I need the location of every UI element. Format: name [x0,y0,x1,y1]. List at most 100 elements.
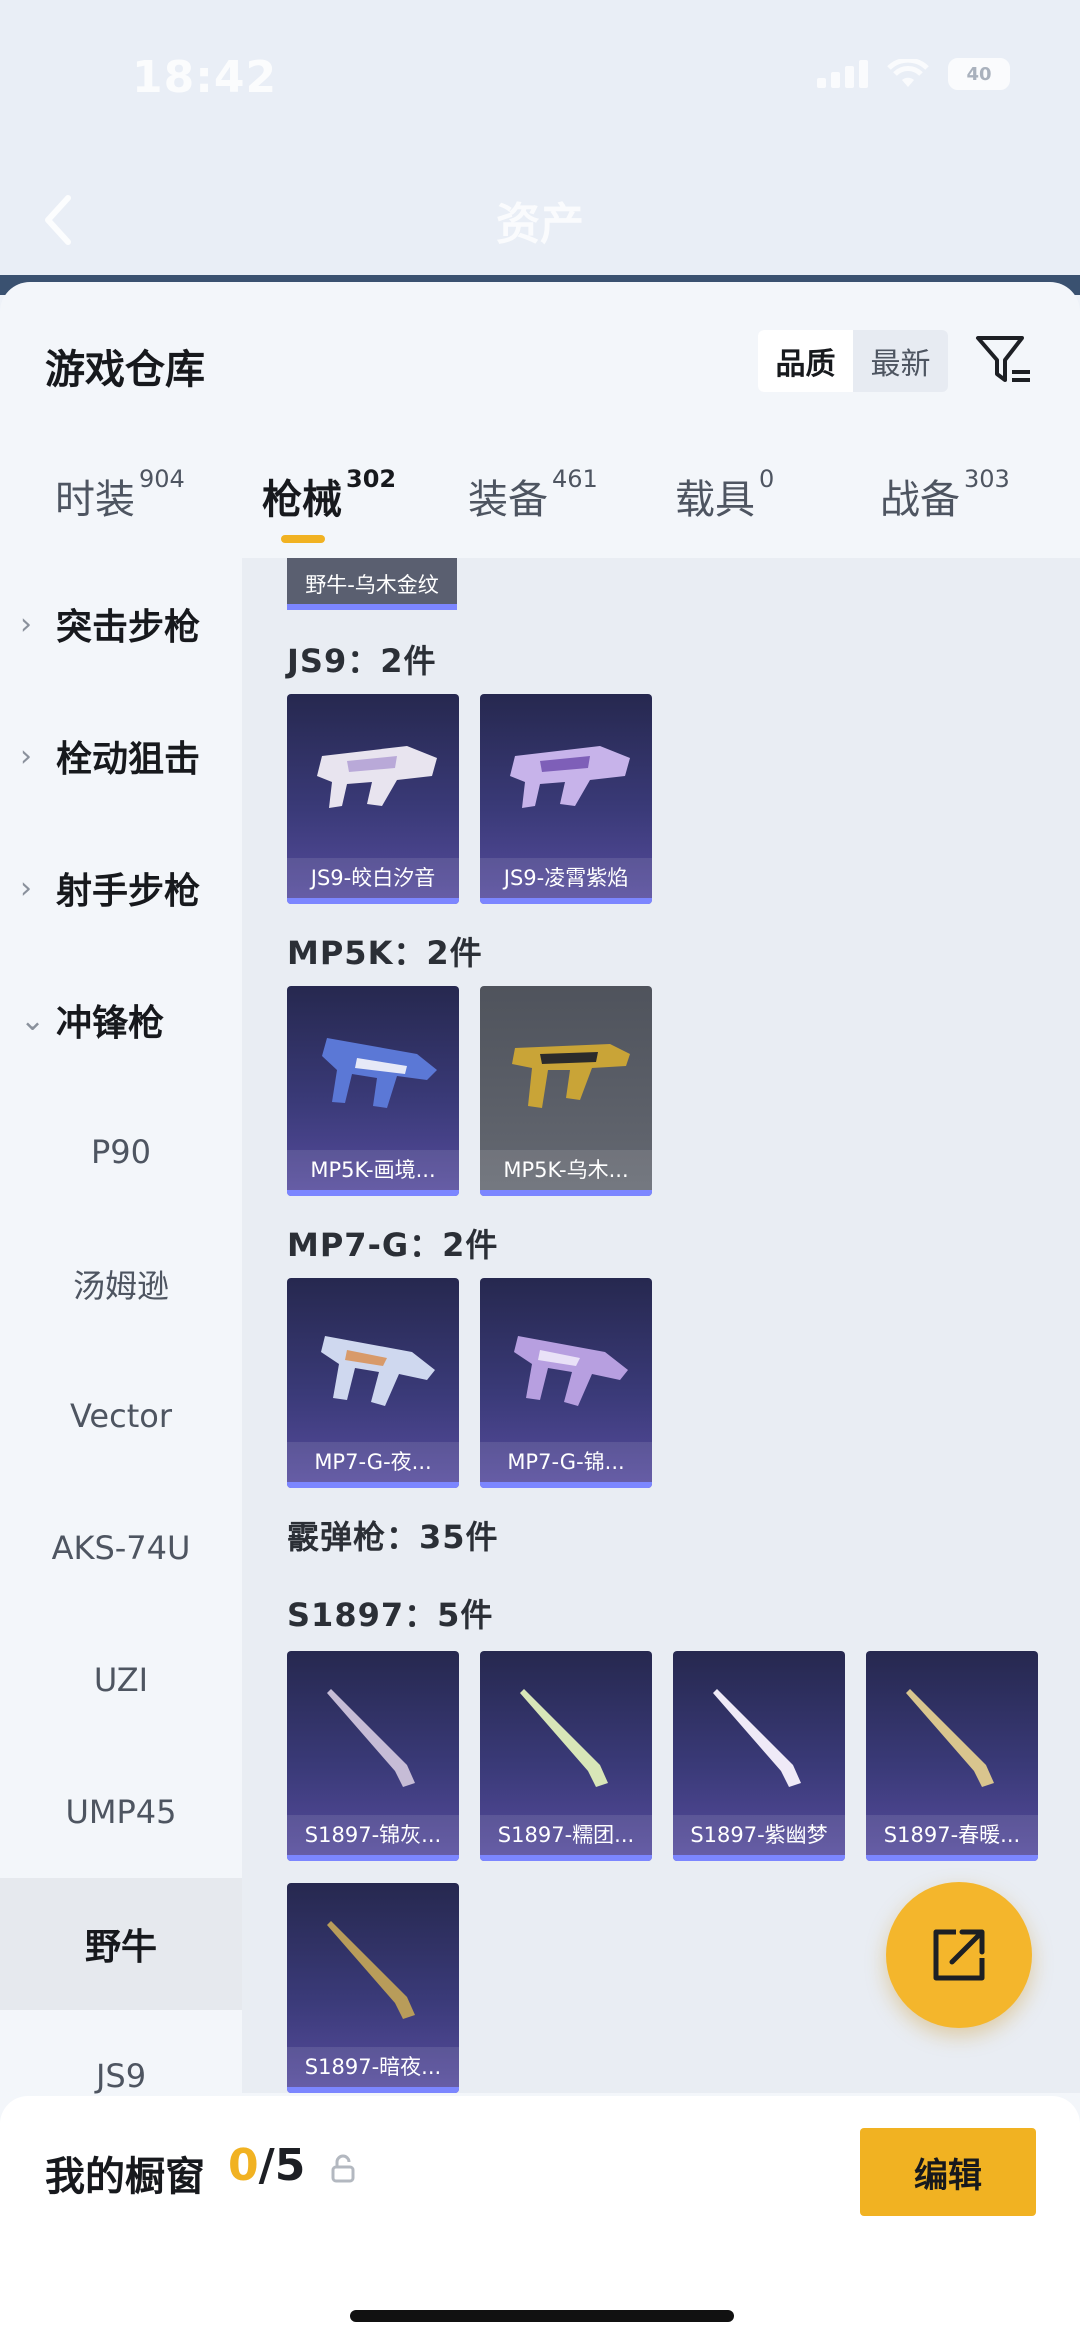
lock-icon [331,2154,355,2183]
page-title: 资产 [496,199,584,250]
skin-card[interactable]: S1897-锦灰... [287,1651,459,1861]
smg-skin-image [321,1336,435,1406]
smg-skin-image [510,746,630,808]
group-label-s1897: S1897：5件 [287,1596,494,1634]
skin-card[interactable]: S1897-春暖... [866,1651,1038,1861]
skin-card[interactable]: MP7-G-锦... [480,1278,652,1488]
skin-name: MP7-G-锦... [480,1442,652,1482]
group-label-shotgun: 霰弹枪：35件 [287,1518,499,1556]
smg-skin-image [322,1038,437,1108]
sidebar-item-label: 射手步枪 [56,871,201,912]
rarity-bar [287,2087,459,2093]
signal-icon [817,60,868,88]
sheet-title: 游戏仓库 [45,347,205,393]
smg-skin-image [514,1336,628,1406]
sidebar-item-thompson[interactable]: 汤姆逊 [0,1218,242,1350]
chevron-right-icon: › [20,606,32,642]
rarity-bar [287,898,459,904]
rarity-bar [480,1482,652,1488]
tab-count: 904 [139,465,185,493]
tab-label: 时装 [55,477,135,523]
sidebar-item-p90[interactable]: P90 [0,1086,242,1218]
tab-vehicles[interactable]: 载具 0 [675,465,775,525]
sidebar-item-bolt-sniper[interactable]: › 栓动狙击 [0,690,242,822]
chevron-down-icon: ⌄ [20,1002,46,1038]
sidebar-item-uzi[interactable]: UZI [0,1614,242,1746]
tab-count: 303 [964,465,1010,493]
category-tabs: 时装 904 枪械 302 装备 461 载具 0 战备 303 [0,465,1080,557]
rarity-bar [866,1855,1038,1861]
tab-guns[interactable]: 枪械 302 [262,465,397,525]
showcase-count: 0/5 [228,2140,305,2191]
skin-name: MP5K-乌木... [480,1150,652,1190]
skin-name: JS9-凌霄紫焰 [480,858,652,898]
skin-card[interactable]: S1897-紫幽梦 [673,1651,845,1861]
showcase-count-total: /5 [258,2140,306,2191]
weapon-type-sidebar: › 突击步枪 › 栓动狙击 › 射手步枪 ⌄ 冲锋枪 P90 汤姆逊 Vector AK… [0,558,242,2095]
group-label-mp5k: MP5K：2件 [287,934,483,972]
external-link-icon [933,1929,985,1981]
shotgun-skin-image [327,1689,415,1787]
chevron-right-icon: › [20,870,32,906]
active-tab-indicator [281,535,325,543]
skin-name: MP5K-画境... [287,1150,459,1190]
tab-count: 0 [759,465,775,493]
share-button[interactable] [886,1882,1032,2028]
sidebar-item-aks74u[interactable]: AKS-74U [0,1482,242,1614]
skin-name: S1897-锦灰... [287,1815,459,1855]
skin-name: S1897-暗夜... [287,2047,459,2087]
sidebar-item-label: 冲锋枪 [56,1003,165,1044]
skin-card[interactable]: S1897-暗夜... [287,1883,459,2093]
showcase-bar: 我的橱窗 0/5 编辑 [0,2096,1080,2341]
sidebar-item-assault-rifle[interactable]: › 突击步枪 [0,558,242,690]
shotgun-skin-image [520,1689,608,1787]
tab-fashion[interactable]: 时装 904 [55,465,185,525]
rarity-bar [287,1190,459,1196]
tab-supplies[interactable]: 战备 303 [880,465,1010,525]
skin-card[interactable]: JS9-皎白汐音 [287,694,459,904]
edit-button[interactable]: 编辑 [860,2128,1036,2216]
sidebar-item-bizon[interactable]: 野牛 [0,1878,242,2010]
sidebar-item-marksman-rifle[interactable]: › 射手步枪 [0,822,242,954]
tab-label: 枪械 [262,477,342,523]
tab-label: 载具 [675,477,755,523]
skin-name: MP7-G-夜... [287,1442,459,1482]
skin-name: S1897-紫幽梦 [673,1815,845,1855]
showcase-label: 我的橱窗 [45,2154,205,2200]
smg-skin-image [317,746,437,808]
rarity-bar [287,1855,459,1861]
skin-card[interactable]: MP5K-画境... [287,986,459,1196]
shotgun-skin-image [906,1689,994,1787]
skin-card[interactable]: JS9-凌霄紫焰 [480,694,652,904]
sidebar-item-label: 突击步枪 [56,607,201,648]
skin-card[interactable]: S1897-糯团... [480,1651,652,1861]
sidebar-item-vector[interactable]: Vector [0,1350,242,1482]
rarity-bar [480,1190,652,1196]
sort-newest-button[interactable]: 最新 [853,330,948,392]
rarity-bar [287,1482,459,1488]
tab-equipment[interactable]: 装备 461 [468,465,598,525]
skin-grid: 野牛-乌木金纹 JS9：2件 JS9-皎白汐音 JS9-凌霄紫焰 MP5K：2件… [242,558,1080,2093]
showcase-count-current: 0 [228,2140,259,2191]
group-label-js9: JS9：2件 [287,642,437,680]
tab-count: 302 [346,465,397,493]
sort-quality-button[interactable]: 品质 [758,330,853,392]
sidebar-item-ump45[interactable]: UMP45 [0,1746,242,1878]
skin-card[interactable]: MP7-G-夜... [287,1278,459,1488]
filter-icon[interactable] [972,328,1034,390]
skin-card[interactable]: MP5K-乌木... [480,986,652,1196]
chevron-right-icon: › [20,738,32,774]
wifi-icon [887,59,929,87]
battery-icon: 40 [948,58,1010,90]
sort-toggle: 品质 最新 [758,330,948,392]
smg-skin-image [512,1044,630,1108]
tab-count: 461 [552,465,598,493]
shotgun-skin-image [327,1921,415,2019]
skin-name: S1897-春暖... [866,1815,1038,1855]
shotgun-skin-image [713,1689,801,1787]
skin-card-partial[interactable]: 野牛-乌木金纹 [287,558,457,610]
group-label-mp7g: MP7-G：2件 [287,1226,499,1264]
tab-label: 战备 [880,477,960,523]
sidebar-item-smg[interactable]: ⌄ 冲锋枪 [0,954,242,1086]
tab-label: 装备 [468,477,548,523]
